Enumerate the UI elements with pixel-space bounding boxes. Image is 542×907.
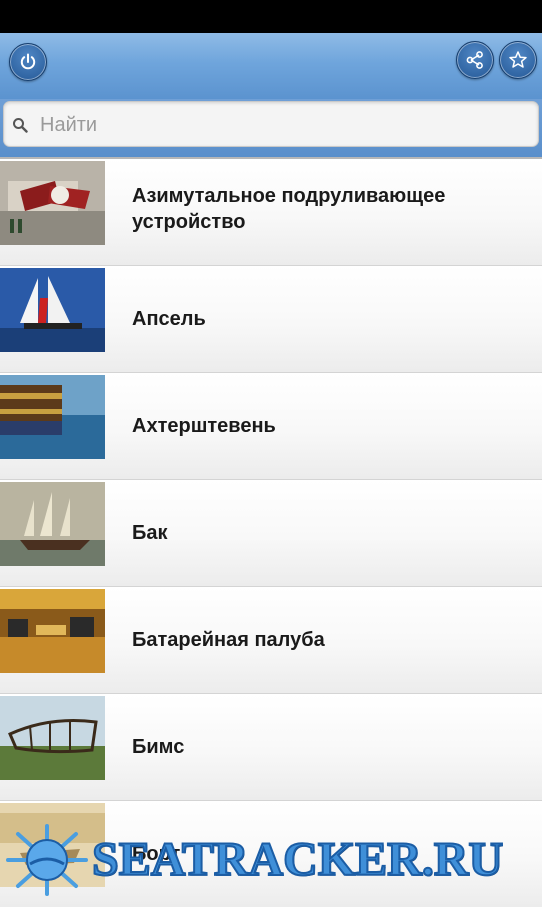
list-item[interactable]: Азимутальное подруливающее устройство <box>0 157 542 265</box>
search-icon <box>13 118 28 133</box>
search-input[interactable] <box>38 108 532 142</box>
status-bar <box>0 0 542 33</box>
search-box[interactable] <box>3 101 539 147</box>
star-icon <box>509 51 527 68</box>
list-item[interactable]: Ахтерштевень <box>0 372 542 479</box>
terms-list: Азимутальное подруливающее устройство Ап… <box>0 157 542 907</box>
item-label: Борт <box>132 843 181 865</box>
item-label: Бак <box>132 522 168 544</box>
item-thumbnail <box>0 589 105 673</box>
list-item[interactable]: Апсель <box>0 265 542 372</box>
item-label: Апсель <box>132 308 206 330</box>
search-bar <box>0 99 542 157</box>
list-item[interactable]: Бимс <box>0 693 542 800</box>
item-label: Батарейная палуба <box>132 629 325 651</box>
item-label: Ахтерштевень <box>132 415 276 437</box>
item-thumbnail <box>0 161 105 245</box>
item-label: Бимс <box>132 736 185 758</box>
favorite-button[interactable] <box>499 41 537 79</box>
item-label: Азимутальное подруливающее устройство <box>132 185 446 233</box>
item-thumbnail <box>0 696 105 780</box>
share-icon <box>466 51 483 69</box>
item-thumbnail <box>0 482 105 566</box>
item-thumbnail <box>0 268 105 352</box>
item-thumbnail <box>0 803 105 887</box>
power-button[interactable] <box>9 43 47 81</box>
app-header <box>0 33 542 99</box>
item-thumbnail <box>0 375 105 459</box>
share-button[interactable] <box>456 41 494 79</box>
power-icon <box>20 53 36 70</box>
list-item[interactable]: Бак <box>0 479 542 586</box>
list-item[interactable]: Батарейная палуба <box>0 586 542 693</box>
list-item[interactable]: Борт <box>0 800 542 907</box>
